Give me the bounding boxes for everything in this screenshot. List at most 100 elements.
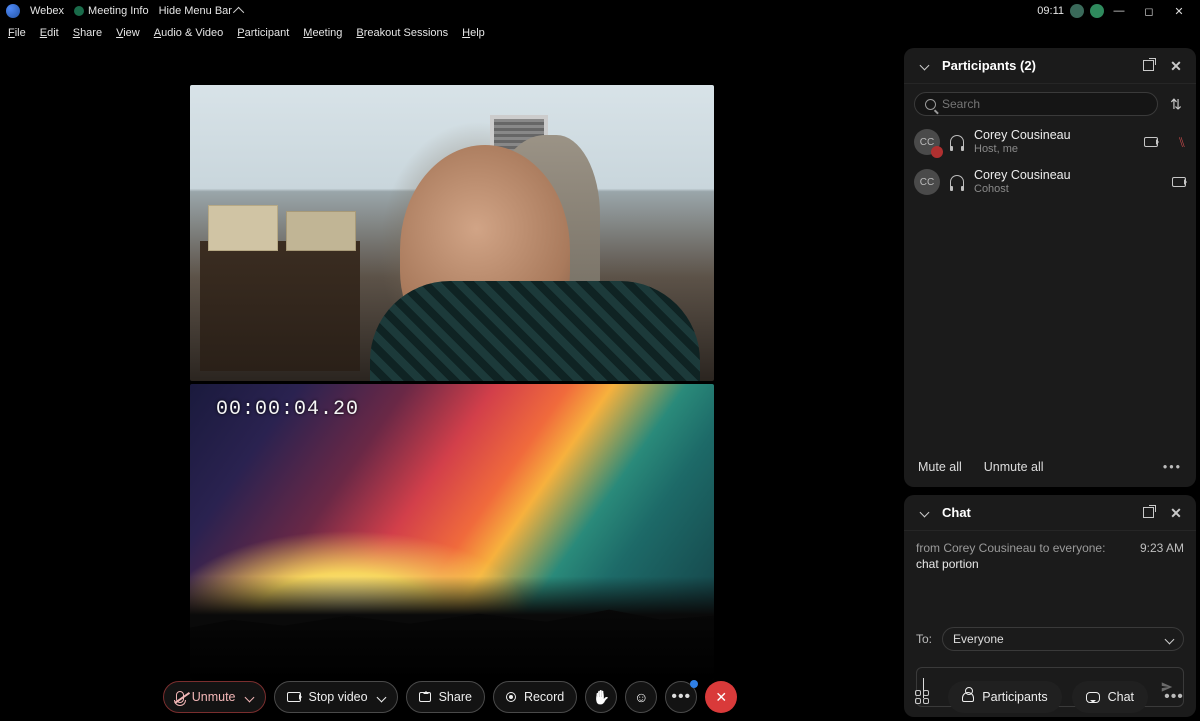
meeting-info-label: Meeting Info [88,5,149,17]
participants-sort-button[interactable]: ⇅ [1166,94,1186,114]
hide-menu-label: Hide Menu Bar [159,5,232,17]
chat-from-line: from Corey Cousineau to everyone: [916,541,1105,555]
apps-button[interactable] [906,681,938,713]
chat-to-select[interactable]: Everyone [942,627,1184,651]
meeting-info-button[interactable]: Meeting Info [74,5,149,17]
participant-name: Corey Cousineau [974,128,1134,143]
more-icon: ••• [1164,688,1184,706]
participant-row[interactable]: CC Corey Cousineau Cohost [914,162,1186,202]
chat-close-button[interactable]: ✕ [1166,503,1186,523]
people-icon [962,692,974,702]
record-label: Record [524,690,564,704]
video-tile-cohost[interactable]: 00:00:04.20 [190,384,714,680]
headphones-icon [950,135,964,149]
close-icon: ✕ [715,689,727,706]
hide-menu-bar-button[interactable]: Hide Menu Bar [159,5,244,17]
chat-icon [1086,692,1100,703]
participants-search-input[interactable] [914,92,1158,116]
hand-icon: ✋ [593,689,610,706]
participants-collapse-button[interactable] [914,56,934,76]
menu-view[interactable]: View [116,27,140,39]
popout-icon [1143,507,1154,518]
chat-to-label: To: [916,632,932,646]
chat-pill-label: Chat [1108,690,1134,704]
chat-message-header: from Corey Cousineau to everyone: 9:23 A… [916,541,1184,555]
participants-popout-button[interactable] [1138,56,1158,76]
avatar: CC [914,169,940,195]
chevron-down-icon [919,508,929,518]
video-tile-self[interactable] [190,85,714,381]
menu-breakout[interactable]: Breakout Sessions [356,27,448,39]
share-label: Share [439,690,472,704]
mic-muted-icon[interactable]: ⑊ [1178,134,1186,150]
participant-role: Cohost [974,183,1162,196]
chevron-down-icon [919,61,929,71]
popout-icon [1143,60,1154,71]
smile-icon: ☺ [634,689,648,705]
window-maximize-button[interactable]: ◻ [1134,5,1164,18]
window-minimize-button[interactable]: — [1104,5,1134,17]
webex-logo-icon [6,4,20,18]
menu-edit[interactable]: Edit [40,27,59,39]
avatar: CC [914,129,940,155]
panel-options-button[interactable]: ••• [1158,681,1190,713]
unmute-button[interactable]: Unmute [163,681,266,713]
bottom-right-bar: Participants Chat ••• [906,681,1190,713]
participants-title: Participants (2) [942,58,1036,73]
info-dot-icon [74,6,84,16]
search-icon [925,99,936,110]
menu-help[interactable]: Help [462,27,485,39]
participants-list: CC Corey Cousineau Host, me ⑊ CC C [914,122,1186,202]
camera-icon[interactable] [1144,137,1158,147]
unmute-label: Unmute [192,690,236,704]
status-badge-1-icon [1070,4,1084,18]
meeting-clock: 09:11 [1037,5,1064,17]
apps-icon [915,690,929,704]
window-close-button[interactable]: ✕ [1164,5,1194,18]
menu-file[interactable]: File [8,27,26,39]
headphones-icon [950,175,964,189]
chat-timestamp: 9:23 AM [1140,541,1184,555]
participant-row[interactable]: CC Corey Cousineau Host, me ⑊ [914,122,1186,162]
participants-close-button[interactable]: ✕ [1166,56,1186,76]
record-icon [506,692,516,702]
chat-collapse-button[interactable] [914,503,934,523]
more-options-button[interactable]: ••• [665,681,697,713]
camera-icon[interactable] [1172,177,1186,187]
menu-bar: File Edit Share View Audio & Video Parti… [0,22,1200,44]
menu-audio-video[interactable]: Audio & Video [154,27,224,39]
stop-video-button[interactable]: Stop video [274,681,398,713]
chevron-down-icon [1165,634,1175,644]
end-meeting-button[interactable]: ✕ [705,681,737,713]
chat-to-value: Everyone [953,632,1004,646]
mute-all-button[interactable]: Mute all [918,460,962,474]
participant-role: Host, me [974,143,1134,156]
unmute-all-button[interactable]: Unmute all [984,460,1044,474]
participants-search-field[interactable] [942,97,1147,111]
chevron-up-icon [233,7,244,18]
participants-more-button[interactable]: ••• [1163,460,1182,474]
timecode-overlay: 00:00:04.20 [216,398,359,421]
more-icon: ••• [671,688,691,706]
video-stage: 00:00:04.20 [0,44,904,721]
status-badge-2-icon [1090,4,1104,18]
participants-pill-label: Participants [982,690,1047,704]
chevron-down-icon [376,692,386,702]
mic-muted-icon [176,691,184,703]
participant-name: Corey Cousineau [974,168,1162,183]
raise-hand-button[interactable]: ✋ [585,681,617,713]
menu-meeting[interactable]: Meeting [303,27,342,39]
avatar-muted-badge-icon [931,146,943,158]
chat-toggle-button[interactable]: Chat [1072,681,1148,713]
chat-title: Chat [942,505,971,520]
app-name: Webex [30,5,64,17]
chat-popout-button[interactable] [1138,503,1158,523]
participants-toggle-button[interactable]: Participants [948,681,1061,713]
menu-share[interactable]: Share [73,27,102,39]
share-button[interactable]: Share [406,681,485,713]
camera-icon [287,692,301,702]
menu-participant[interactable]: Participant [237,27,289,39]
reactions-button[interactable]: ☺ [625,681,657,713]
record-button[interactable]: Record [493,681,577,713]
share-icon [419,692,431,702]
